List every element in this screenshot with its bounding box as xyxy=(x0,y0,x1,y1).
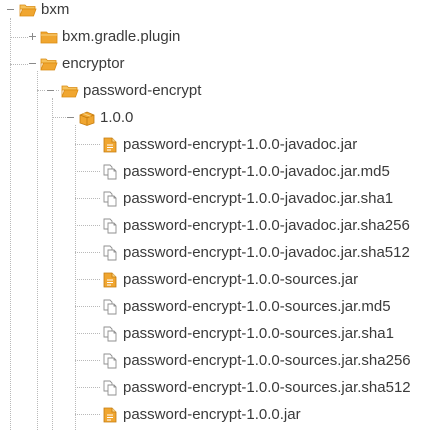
jar-file-icon xyxy=(101,406,119,424)
tree-file-javadoc-jar-md5[interactable]: password-encrypt-1.0.0-javadoc.jar.md5 xyxy=(101,161,390,183)
jar-file-icon xyxy=(101,136,119,154)
tree-node-label: password-encrypt-1.0.0-sources.jar xyxy=(123,271,359,288)
tree-connector xyxy=(75,279,100,280)
copy-file-icon xyxy=(101,190,119,208)
copy-file-icon xyxy=(101,298,119,316)
tree-file-javadoc-jar-sha256[interactable]: password-encrypt-1.0.0-javadoc.jar.sha25… xyxy=(101,215,410,237)
copy-file-icon xyxy=(101,352,119,370)
tree-node-label: 1.0.0 xyxy=(100,109,134,126)
tree-file-javadoc-jar-sha512[interactable]: password-encrypt-1.0.0-javadoc.jar.sha51… xyxy=(101,242,410,264)
tree-connector xyxy=(75,387,100,388)
copy-file-icon xyxy=(101,217,119,235)
tree-connector xyxy=(75,198,100,199)
tree-node-label: password-encrypt-1.0.0-javadoc.jar.sha51… xyxy=(123,244,410,261)
repository-tree: bxm bxm.gradle.plugin encryptor password… xyxy=(0,0,437,430)
tree-node-label: password-encrypt-1.0.0-sources.jar.sha1 xyxy=(123,325,394,342)
tree-connector xyxy=(75,414,100,415)
folder-open-icon xyxy=(61,82,79,100)
tree-connector xyxy=(75,333,100,334)
collapse-toggle-bxm[interactable] xyxy=(6,5,15,14)
tree-file-sources-jar-sha1[interactable]: password-encrypt-1.0.0-sources.jar.sha1 xyxy=(101,323,394,345)
tree-node-label: encryptor xyxy=(62,55,125,72)
tree-connector xyxy=(75,144,100,145)
collapse-toggle-encryptor[interactable] xyxy=(28,59,37,68)
collapse-toggle-password-encrypt[interactable] xyxy=(46,86,55,95)
tree-node-label: password-encrypt-1.0.0-sources.jar.sha51… xyxy=(123,379,411,396)
tree-node-version[interactable]: 1.0.0 xyxy=(78,107,133,129)
copy-file-icon xyxy=(101,163,119,181)
tree-node-label: password-encrypt-1.0.0-sources.jar.sha25… xyxy=(123,352,411,369)
tree-connector xyxy=(75,360,100,361)
tree-connector xyxy=(10,18,11,430)
folder-closed-icon xyxy=(40,28,58,46)
copy-file-icon xyxy=(101,244,119,262)
jar-file-icon xyxy=(101,271,119,289)
tree-node-bxm-gradle-plugin[interactable]: bxm.gradle.plugin xyxy=(40,26,180,48)
tree-node-label: password-encrypt-1.0.0-sources.jar.md5 xyxy=(123,298,391,315)
tree-node-label: password-encrypt-1.0.0.jar xyxy=(123,406,301,423)
tree-file-javadoc-jar[interactable]: password-encrypt-1.0.0-javadoc.jar xyxy=(101,134,357,156)
package-icon xyxy=(78,109,96,127)
tree-node-label: password-encrypt-1.0.0-javadoc.jar xyxy=(123,136,358,153)
tree-node-label: password-encrypt xyxy=(83,82,202,99)
copy-file-icon xyxy=(101,379,119,397)
tree-connector xyxy=(75,306,100,307)
tree-file-sources-jar[interactable]: password-encrypt-1.0.0-sources.jar xyxy=(101,269,358,291)
tree-connector xyxy=(52,98,53,430)
tree-node-label: password-encrypt-1.0.0-javadoc.jar.md5 xyxy=(123,163,390,180)
folder-open-icon xyxy=(40,55,58,73)
copy-file-icon xyxy=(101,325,119,343)
tree-node-password-encrypt[interactable]: password-encrypt xyxy=(61,80,201,102)
tree-file-sources-jar-md5[interactable]: password-encrypt-1.0.0-sources.jar.md5 xyxy=(101,296,391,318)
folder-open-icon xyxy=(19,1,37,19)
tree-node-label: password-encrypt-1.0.0-javadoc.jar.sha25… xyxy=(123,217,410,234)
tree-file-jar[interactable]: password-encrypt-1.0.0.jar xyxy=(101,404,301,426)
tree-connector xyxy=(75,225,100,226)
tree-connector xyxy=(75,252,100,253)
expand-toggle-bxm-gradle-plugin[interactable] xyxy=(28,32,37,41)
tree-node-label: bxm xyxy=(41,1,70,18)
collapse-toggle-version[interactable] xyxy=(66,113,75,122)
tree-node-encryptor[interactable]: encryptor xyxy=(40,53,125,75)
tree-connector xyxy=(75,171,100,172)
tree-node-bxm[interactable]: bxm xyxy=(19,0,69,21)
tree-node-label: password-encrypt-1.0.0-javadoc.jar.sha1 xyxy=(123,190,394,207)
tree-connector xyxy=(37,71,38,430)
tree-node-label: bxm.gradle.plugin xyxy=(62,28,181,45)
tree-file-sources-jar-sha512[interactable]: password-encrypt-1.0.0-sources.jar.sha51… xyxy=(101,377,411,399)
tree-file-javadoc-jar-sha1[interactable]: password-encrypt-1.0.0-javadoc.jar.sha1 xyxy=(101,188,393,210)
tree-file-sources-jar-sha256[interactable]: password-encrypt-1.0.0-sources.jar.sha25… xyxy=(101,350,411,372)
